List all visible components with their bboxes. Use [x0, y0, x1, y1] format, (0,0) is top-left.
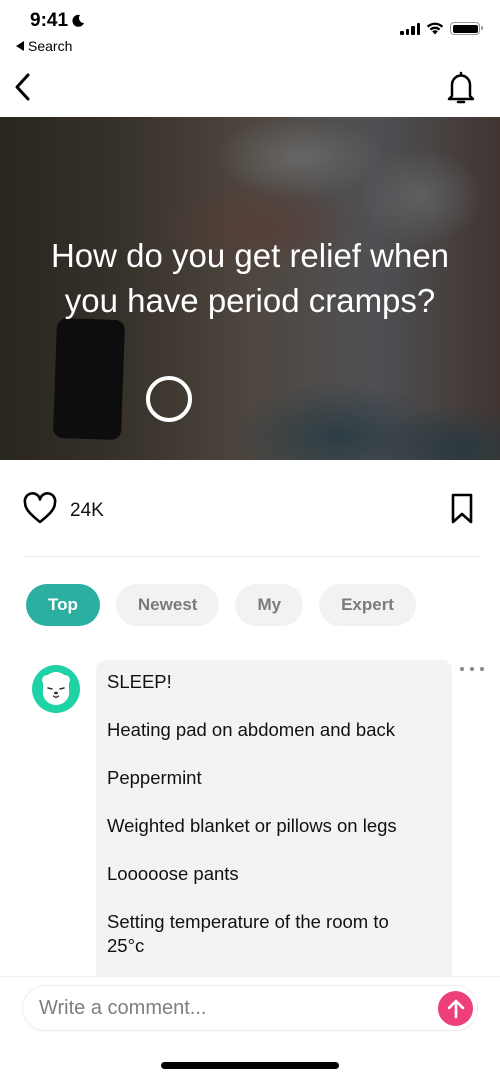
- tab-top[interactable]: Top: [26, 584, 100, 626]
- bell-icon: [447, 71, 475, 104]
- more-options-button[interactable]: [460, 662, 484, 676]
- comment-line: Setting temperature of the room to 25°c: [107, 911, 389, 956]
- post-actions: 24K: [0, 480, 500, 542]
- comment-line: Weighted blanket or pillows on legs: [107, 815, 397, 836]
- moon-icon: [72, 14, 85, 27]
- back-app-label: Search: [28, 38, 73, 54]
- tab-my[interactable]: My: [235, 584, 304, 626]
- comment-bubble: SLEEP! Heating pad on abdomen and back P…: [96, 660, 452, 990]
- send-button[interactable]: [438, 991, 473, 1026]
- comment-line: Looooose pants: [107, 863, 239, 884]
- wifi-icon: [426, 22, 444, 35]
- notifications-button[interactable]: [446, 70, 476, 106]
- status-bar: 9:41 Search: [0, 0, 500, 60]
- comment-line: Heating pad on abdomen and back: [107, 719, 395, 740]
- battery-icon: [450, 22, 483, 35]
- comment-composer: [22, 985, 478, 1031]
- circle-indicator-icon[interactable]: [146, 376, 192, 422]
- divider: [24, 556, 480, 557]
- heart-outline-icon: [23, 492, 57, 524]
- comment-sort-tabs: Top Newest My Expert: [26, 584, 416, 626]
- like-button[interactable]: [22, 492, 58, 526]
- tab-newest[interactable]: Newest: [115, 584, 220, 626]
- chevron-left-icon: [15, 73, 30, 101]
- status-time: 9:41: [30, 10, 69, 31]
- avatar[interactable]: [32, 665, 80, 713]
- status-time-group: 9:41: [30, 10, 85, 32]
- arrow-up-icon: [447, 999, 464, 1018]
- comment-input[interactable]: [39, 986, 429, 1030]
- more-horizontal-icon: [460, 667, 464, 671]
- hero-image[interactable]: How do you get relief when you have peri…: [0, 117, 500, 460]
- question-title: How do you get relief when you have peri…: [50, 237, 450, 319]
- nav-bar: [0, 60, 500, 117]
- back-triangle-icon: [16, 41, 24, 51]
- back-button[interactable]: [8, 70, 36, 104]
- cellular-signal-icon: [400, 22, 420, 35]
- status-icons: [400, 22, 483, 35]
- comment-line: Peppermint: [107, 767, 202, 788]
- back-to-app-link[interactable]: Search: [16, 38, 72, 54]
- bookmark-outline-icon: [451, 493, 473, 524]
- home-indicator[interactable]: [161, 1062, 339, 1069]
- comment-line: SLEEP!: [107, 671, 172, 692]
- bear-avatar-icon: [42, 672, 70, 705]
- like-count: 24K: [70, 500, 104, 521]
- bookmark-button[interactable]: [450, 492, 474, 526]
- tab-expert[interactable]: Expert: [319, 584, 416, 626]
